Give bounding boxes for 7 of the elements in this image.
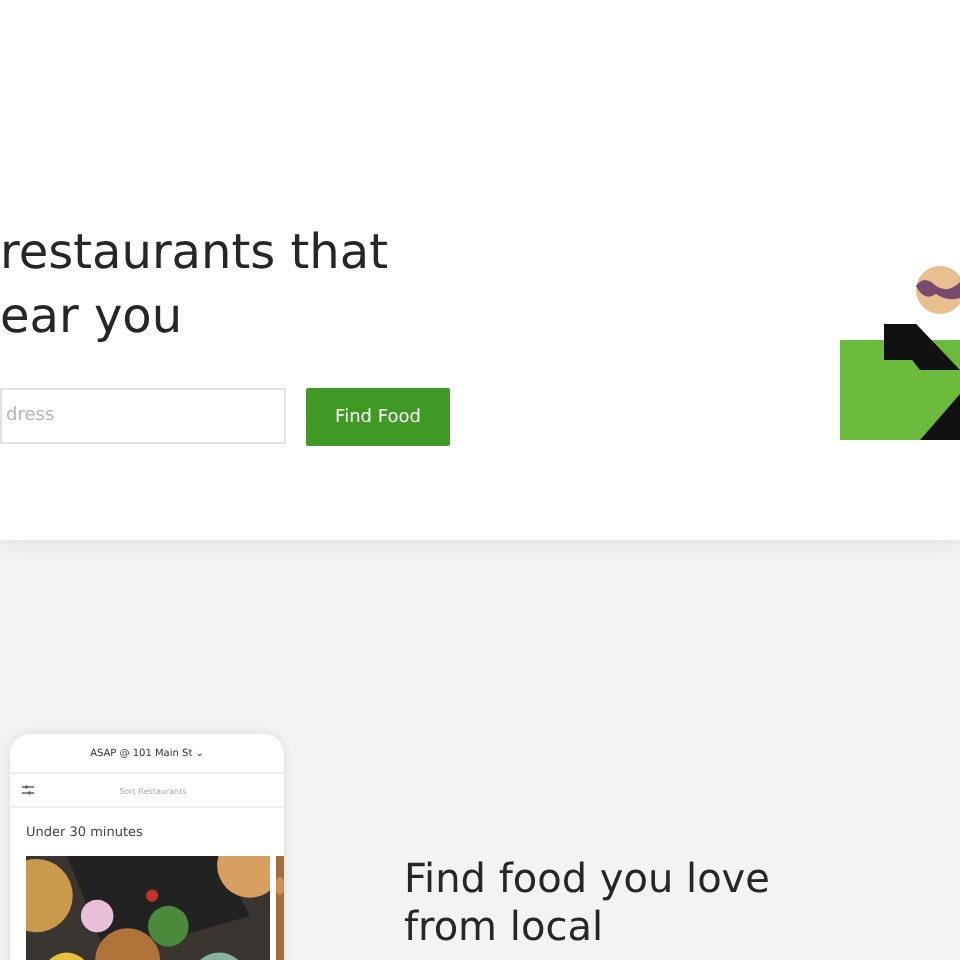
address-field[interactable]: dress — [0, 388, 286, 444]
filter-icon[interactable] — [22, 784, 34, 796]
hero-heading: restaurants that — [0, 222, 391, 284]
hero-heading: ear you — [0, 286, 185, 348]
feature-heading: from local — [404, 902, 606, 950]
find-food-button[interactable]: Find Food — [306, 388, 450, 446]
feature-heading: Find food you love — [404, 854, 770, 902]
